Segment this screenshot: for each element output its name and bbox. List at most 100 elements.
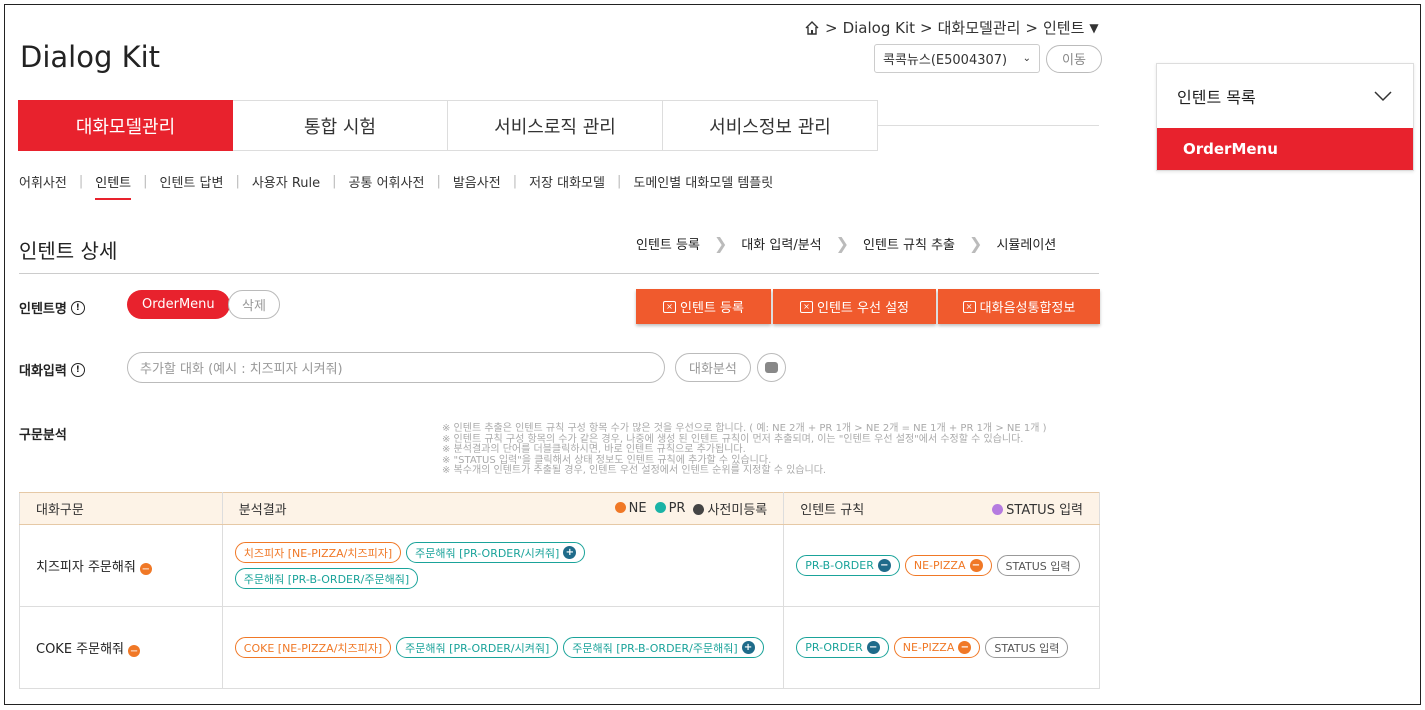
result-tag-label: 주문해줘 [PR-B-ORDER/주문해줘] bbox=[243, 572, 410, 586]
header-result: 분석결과 NE PR 사전미등록 bbox=[221, 492, 785, 525]
table-row: 치즈피자 주문해줘 − 치즈피자 [NE-PIZZA/치즈피자] 주문해줘 [PR… bbox=[19, 524, 1100, 607]
rule-tag-label: NE-PIZZA bbox=[913, 559, 966, 572]
intent-list-item[interactable]: OrderMenu bbox=[1157, 128, 1413, 170]
parse-notes: ※ 인텐트 추출은 인텐트 규칙 구성 항목 수가 많은 것을 우선으로 합니다… bbox=[442, 423, 1102, 477]
subnav-item-user-rule[interactable]: 사용자 Rule bbox=[240, 172, 332, 191]
breadcrumb-item-dialogkit[interactable]: Dialog Kit bbox=[843, 19, 915, 37]
intent-list-title: 인텐트 목록 bbox=[1177, 88, 1256, 107]
breadcrumb-sep: > bbox=[825, 18, 838, 37]
table-row: COKE 주문해줘 − COKE [NE-PIZZA/치즈피자] 주문해줘 [PR… bbox=[19, 606, 1100, 689]
step-dialog-analyze: 대화 입력/분석 bbox=[741, 238, 822, 253]
parse-table: 대화구문 분석결과 NE PR 사전미등록 인텐트 규칙 STATUS 입력 치… bbox=[19, 492, 1100, 689]
breadcrumb-sep: > bbox=[1025, 18, 1038, 37]
sub-navigation: 어휘사전 | 인텐트 | 인텐트 답변 | 사용자 Rule | 공통 어휘사전 | 발음… bbox=[19, 172, 785, 200]
section-divider bbox=[19, 273, 1099, 274]
calendar-icon: × bbox=[800, 300, 813, 313]
status-input-button[interactable]: STATUS 입력 bbox=[985, 637, 1069, 658]
delete-button[interactable]: 삭제 bbox=[228, 290, 280, 319]
step-simulation: 시뮬레이션 bbox=[996, 238, 1057, 253]
info-icon[interactable]: ! bbox=[70, 300, 85, 315]
rule-tag[interactable]: NE-PIZZA − bbox=[893, 637, 981, 658]
remove-icon[interactable]: − bbox=[139, 563, 152, 576]
subnav-item-domain-template[interactable]: 도메인별 대화모델 템플릿 bbox=[621, 172, 785, 191]
parse-label: 구문분석 bbox=[19, 428, 67, 443]
chevron-down-icon[interactable] bbox=[1373, 90, 1393, 102]
status-input-button[interactable]: STATUS 입력 bbox=[996, 555, 1080, 576]
remove-icon[interactable]: − bbox=[877, 559, 891, 572]
legend-status-label: STATUS 입력 bbox=[1006, 503, 1083, 518]
section-title: 인텐트 상세 bbox=[19, 239, 118, 263]
result-tag[interactable]: 주문해줘 [PR-ORDER/시켜줘] bbox=[396, 637, 559, 658]
service-select[interactable]: 콕콕뉴스(E5004307) ⌄ bbox=[874, 44, 1040, 73]
service-select-value: 콕콕뉴스(E5004307) bbox=[883, 53, 1008, 68]
dialog-input-label: 대화입력 ! bbox=[19, 360, 85, 379]
result-tag[interactable]: COKE [NE-PIZZA/치즈피자] bbox=[234, 637, 392, 658]
chevron-right-icon: ❯ bbox=[713, 234, 728, 253]
result-tag-label: 주문해줘 [PR-B-ORDER/주문해줘] bbox=[572, 641, 738, 655]
calendar-icon: × bbox=[962, 300, 976, 313]
register-intent-label: 인텐트 등록 bbox=[680, 301, 744, 316]
chat-icon bbox=[765, 362, 778, 373]
subnav-item-intent-answer[interactable]: 인텐트 답변 bbox=[148, 172, 236, 191]
legend-ne-label: NE bbox=[628, 501, 647, 516]
subnav-item-pronunciation[interactable]: 발음사전 bbox=[441, 172, 513, 191]
pr-dot-icon bbox=[654, 502, 666, 513]
app-title: Dialog Kit bbox=[20, 40, 161, 74]
info-icon[interactable]: ! bbox=[70, 362, 85, 377]
result-tag[interactable]: 치즈피자 [NE-PIZZA/치즈피자] bbox=[234, 542, 402, 563]
remove-icon[interactable]: − bbox=[969, 559, 983, 572]
analyze-button[interactable]: 대화분석 bbox=[675, 353, 751, 382]
subnav-item-saved-model[interactable]: 저장 대화모델 bbox=[517, 172, 617, 191]
utterance-cell: 치즈피자 주문해줘 − bbox=[19, 524, 223, 607]
rule-tag-label: PR-B-ORDER bbox=[805, 559, 874, 572]
tab-service-info[interactable]: 서비스정보 관리 bbox=[663, 100, 878, 151]
result-cell: COKE [NE-PIZZA/치즈피자] 주문해줘 [PR-ORDER/시켜줘]… bbox=[221, 606, 785, 689]
voice-info-button[interactable]: × 대화음성통합정보 bbox=[938, 289, 1100, 324]
legend: NE PR 사전미등록 bbox=[614, 499, 767, 518]
breadcrumb-item-model[interactable]: 대화모델관리 bbox=[938, 17, 1021, 38]
legend-ne: NE bbox=[614, 501, 647, 516]
result-tag[interactable]: 주문해줘 [PR-B-ORDER/주문해줘] + bbox=[563, 637, 764, 658]
home-icon[interactable] bbox=[804, 20, 820, 36]
subnav-item-intent[interactable]: 인텐트 bbox=[83, 172, 143, 200]
remove-icon[interactable]: − bbox=[958, 641, 972, 654]
intent-priority-button[interactable]: × 인텐트 우선 설정 bbox=[773, 289, 936, 324]
utterance-text: 치즈피자 주문해줘 bbox=[36, 559, 136, 575]
header-rule: 인텐트 규칙 STATUS 입력 bbox=[783, 492, 1100, 525]
result-tag[interactable]: 주문해줘 [PR-ORDER/시켜줘] + bbox=[406, 542, 586, 563]
breadcrumb-item-intent[interactable]: 인텐트 bbox=[1043, 17, 1084, 38]
rule-tag[interactable]: NE-PIZZA − bbox=[904, 555, 992, 576]
subnav-item-common-vocab[interactable]: 공통 어휘사전 bbox=[337, 172, 437, 191]
chat-button[interactable] bbox=[757, 353, 786, 382]
tab-dialog-model[interactable]: 대화모델관리 bbox=[18, 100, 233, 151]
breadcrumb-dropdown-icon[interactable]: ▼ bbox=[1089, 21, 1098, 35]
tab-service-logic[interactable]: 서비스로직 관리 bbox=[448, 100, 663, 151]
register-intent-button[interactable]: × 인텐트 등록 bbox=[636, 289, 771, 324]
result-tag-label: 주문해줘 [PR-ORDER/시켜줘] bbox=[415, 546, 560, 560]
rule-tag-label: NE-PIZZA bbox=[902, 641, 955, 654]
tab-integration-test[interactable]: 통합 시험 bbox=[233, 100, 448, 151]
dialog-input-field[interactable]: 추가할 대화 (예시 : 치즈피자 시켜줘) bbox=[127, 352, 665, 383]
chevron-right-icon: ❯ bbox=[835, 234, 850, 253]
result-tag[interactable]: 주문해줘 [PR-B-ORDER/주문해줘] bbox=[234, 568, 419, 589]
add-icon[interactable]: + bbox=[563, 546, 577, 559]
rule-tag[interactable]: PR-B-ORDER − bbox=[796, 555, 900, 576]
rule-tag[interactable]: PR-ORDER − bbox=[796, 637, 889, 658]
add-icon[interactable]: + bbox=[741, 641, 755, 654]
move-button[interactable]: 이동 bbox=[1046, 44, 1102, 73]
remove-icon[interactable]: − bbox=[866, 641, 880, 654]
intent-name-label: 인텐트명 ! bbox=[19, 298, 85, 317]
step-rule-extract: 인텐트 규칙 추출 bbox=[863, 238, 956, 253]
table-header-row: 대화구문 분석결과 NE PR 사전미등록 인텐트 규칙 STATUS 입력 bbox=[19, 492, 1100, 525]
subnav-item-vocabulary[interactable]: 어휘사전 bbox=[19, 172, 79, 191]
ne-dot-icon bbox=[614, 502, 626, 513]
intent-name-value[interactable]: OrderMenu bbox=[127, 290, 230, 319]
remove-icon[interactable]: − bbox=[128, 645, 141, 658]
service-selector-row: 콕콕뉴스(E5004307) ⌄ 이동 bbox=[874, 44, 1102, 73]
utterance-text: COKE 주문해줘 bbox=[36, 641, 125, 657]
note-line: ※ 인텐트 추출은 인텐트 규칙 구성 항목 수가 많은 것을 우선으로 합니다… bbox=[442, 423, 1047, 434]
status-input-label: STATUS 입력 bbox=[994, 641, 1060, 655]
breadcrumb: > Dialog Kit > 대화모델관리 > 인텐트 ▼ bbox=[804, 17, 1099, 38]
action-buttons: × 인텐트 등록 × 인텐트 우선 설정 × 대화음성통합정보 bbox=[636, 289, 1100, 324]
intent-list-header[interactable]: 인텐트 목록 bbox=[1157, 64, 1413, 128]
